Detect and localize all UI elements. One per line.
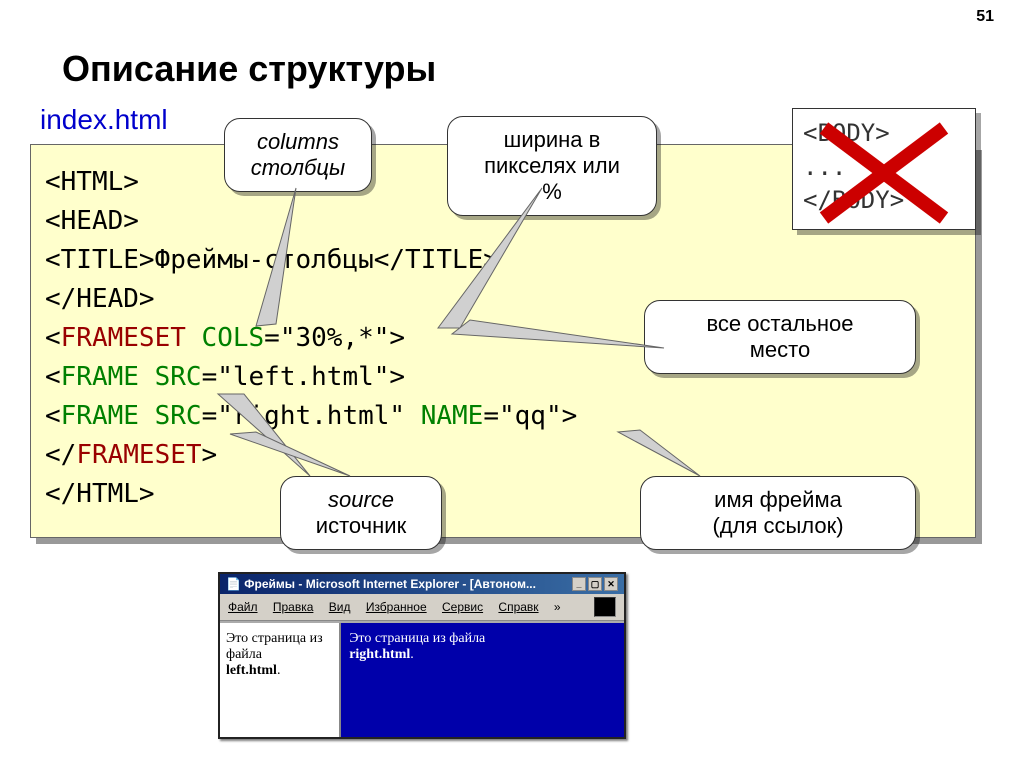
code-tag-frameset: FRAMESET [61,323,186,353]
callout-text: источник [305,513,417,539]
callout-text: столбцы [249,155,347,181]
code-line: <HEAD> [45,206,139,236]
minimize-button[interactable]: _ [572,577,586,591]
browser-menu-bar: Файл Правка Вид Избранное Сервис Справк … [220,594,624,621]
callout-columns: columns столбцы [224,118,372,192]
code-value: "30%,*" [280,323,390,353]
code-attr-src: SRC [155,362,202,392]
maximize-button[interactable]: ▢ [588,577,602,591]
callout-text: имя фрейма [665,487,891,513]
callout-frame-name: имя фрейма (для ссылок) [640,476,916,550]
menu-edit[interactable]: Правка [273,600,314,614]
code-attr-name: NAME [421,401,484,431]
code-line: <TITLE> [45,245,155,275]
menu-view[interactable]: Вид [329,600,351,614]
callout-text: columns [249,129,347,155]
body-tag-text: <BODY> [803,117,965,151]
browser-frameset: Это страница из файла left.html. Это стр… [220,621,624,737]
browser-window: 📄 Фреймы - Microsoft Internet Explorer -… [218,572,626,739]
ie-logo-icon [594,597,616,617]
frame-text: Это страница из файла [349,631,485,646]
code-line: </TITLE> [374,245,499,275]
close-button[interactable]: ✕ [604,577,618,591]
frame-filename: left.html [226,663,277,678]
code-value: "qq" [499,401,562,431]
callout-text: все остальное [669,311,891,337]
frame-filename: right.html [349,647,410,662]
callout-remaining-space: все остальное место [644,300,916,374]
code-line: </HTML> [45,479,155,509]
callout-text: пикселях или % [472,153,632,205]
frame-right: Это страница из файла right.html. [341,623,624,737]
code-value: "left.html" [217,362,389,392]
code-line: </HEAD> [45,284,155,314]
code-text: Фреймы-столбцы [155,245,374,275]
page-title: Описание структуры [62,48,436,90]
menu-tools[interactable]: Сервис [442,600,483,614]
menu-help[interactable]: Справк [498,600,538,614]
callout-text: (для ссылок) [665,513,891,539]
code-bracket: < [45,323,61,353]
code-tag-frameset-close: FRAMESET [76,440,201,470]
page-number: 51 [976,8,994,26]
body-tag-text: </BODY> [803,184,965,218]
body-tag-text: ... [803,151,965,185]
subtitle-filename: index.html [40,104,168,136]
menu-file[interactable]: Файл [228,600,258,614]
code-attr-cols: COLS [202,323,265,353]
browser-title-bar: 📄 Фреймы - Microsoft Internet Explorer -… [220,574,624,594]
code-tag-frame: FRAME [61,362,139,392]
code-value: "right.html" [217,401,405,431]
callout-source: source источник [280,476,442,550]
frame-left: Это страница из файла left.html. [220,623,341,737]
menu-favorites[interactable]: Избранное [366,600,427,614]
code-line: <HTML> [45,167,139,197]
browser-title-text: 📄 Фреймы - Microsoft Internet Explorer -… [226,577,536,591]
code-tag-frame: FRAME [61,401,139,431]
callout-text: ширина в [472,127,632,153]
callout-text: source [305,487,417,513]
frame-text: Это страница из файла [226,631,323,662]
body-tag-crossed-box: <BODY> ... </BODY> [792,108,976,230]
callout-width: ширина в пикселях или % [447,116,657,216]
code-attr-src: SRC [155,401,202,431]
callout-text: место [669,337,891,363]
